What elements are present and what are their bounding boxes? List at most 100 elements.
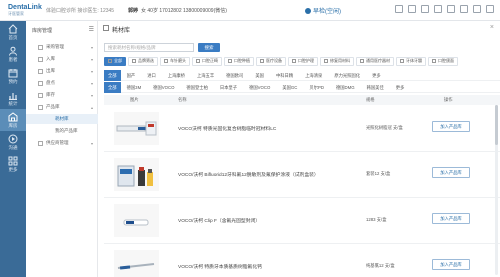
- origin-option[interactable]: 上海清泉: [299, 70, 328, 81]
- origin-option[interactable]: 上海五丰: [191, 70, 220, 81]
- table-row[interactable]: VOCO/沃柯 特质牙本质基质树脂氟化钙 纯基氯12 支/盒 加入产品库: [104, 244, 500, 277]
- close-window-icon[interactable]: [486, 5, 494, 13]
- tree-item-my-products[interactable]: 我的产品库: [26, 126, 98, 136]
- product-spec[interactable]: 纯基氯12 支/盒: [366, 263, 395, 269]
- page-icon: [103, 25, 109, 31]
- tree-item-product-library[interactable]: 产品库 ▴: [26, 102, 98, 112]
- brand-option[interactable]: 德国3M: [121, 82, 148, 93]
- table-row[interactable]: VOCO/沃柯 Clip F（含氟光固型封闭） 1283 支/盒 加入产品库: [104, 198, 500, 244]
- filter-maxillofacial[interactable]: 口腔颌面: [428, 56, 458, 66]
- brand-option[interactable]: 全部: [104, 81, 121, 93]
- ortho-icon: [196, 59, 200, 63]
- brand-option[interactable]: 德国登士柏: [180, 82, 213, 93]
- search-button[interactable]: 搜索: [198, 43, 220, 52]
- folder-icon: [38, 140, 43, 146]
- brand-option[interactable]: 美国GC: [276, 82, 303, 93]
- filter-brand[interactable]: 品牌筛选: [128, 56, 158, 66]
- home-icon: [8, 24, 18, 34]
- product-spec[interactable]: 1283 支/盒: [366, 217, 387, 223]
- nav-more[interactable]: 更多: [0, 153, 26, 175]
- category-filters: 全部 品牌筛选 车针磨头 口腔正畸 口腔种植 医疗设备 口腔护理 修复用材料 通…: [104, 56, 500, 66]
- origin-option[interactable]: 原力光照固化: [328, 70, 366, 81]
- origin-option[interactable]: 上海康桥: [162, 70, 191, 81]
- tree-item-label: 盘点: [46, 80, 55, 85]
- filter-orthodontics[interactable]: 口腔正畸: [192, 56, 222, 66]
- help-icon[interactable]: [447, 5, 455, 13]
- tree-item-label: 产品库: [46, 104, 60, 109]
- product-name[interactable]: VOCO/沃柯 Clip F（含氟光固型封闭）: [178, 217, 260, 224]
- tree-item-suppliers[interactable]: 供应商管理 ▾: [26, 138, 98, 148]
- product-name[interactable]: VOCO沃柯 特质光固化复合树脂临时冠材料LC: [178, 125, 276, 132]
- brand-option[interactable]: 日本皇子: [214, 82, 243, 93]
- scrollbar-thumb[interactable]: [495, 105, 498, 145]
- brand-option[interactable]: 贝尔PD: [303, 82, 330, 93]
- filter-burs[interactable]: 车针磨头: [160, 56, 190, 66]
- add-to-library-button[interactable]: 加入产品库: [432, 259, 470, 270]
- product-spec[interactable]: 光照化树脂冠 支/盒: [366, 125, 403, 131]
- tree-item-inventory-check[interactable]: 盘点 ▾: [26, 78, 98, 88]
- product-name[interactable]: VOCO/沃柯 特质牙本质基质树脂氟化钙: [178, 263, 262, 270]
- filter-label: 修复用材料: [330, 58, 350, 63]
- vertical-scrollbar[interactable]: [495, 105, 498, 275]
- tree-item-purchase[interactable]: 采购管理 ▾: [26, 42, 98, 52]
- message-icon[interactable]: [408, 5, 416, 13]
- product-spec[interactable]: 套装12 支/盒: [366, 171, 390, 177]
- chart-icon: [9, 93, 17, 100]
- add-to-library-button[interactable]: 加入产品库: [432, 213, 470, 224]
- main-sidebar: 首页 患者 预约 统计 库房 沟通 更多: [0, 21, 26, 277]
- filter-general[interactable]: 通用医疗器材: [356, 56, 394, 66]
- device-icon: [260, 59, 264, 63]
- brand-option[interactable]: 德国VOCO: [243, 82, 276, 93]
- tree-item-inbound[interactable]: 入库 ▾: [26, 54, 98, 64]
- origin-option[interactable]: 中科日精: [270, 70, 299, 81]
- product-name[interactable]: VOCO/沃柯 Bifluorid12牙科氟12脱敏剂及氟保护涂液（试剂盒装）: [178, 171, 319, 178]
- origin-option[interactable]: 德国欧司: [220, 70, 249, 81]
- search-input[interactable]: 搜索耗材名称/规格/品牌: [104, 43, 194, 52]
- minimize-icon[interactable]: [460, 5, 468, 13]
- settings-icon[interactable]: [421, 5, 429, 13]
- notification-icon[interactable]: [395, 5, 403, 13]
- maximize-icon[interactable]: [473, 5, 481, 13]
- origin-option[interactable]: 国产: [121, 70, 142, 81]
- filter-endodontics[interactable]: 牙体牙髓: [396, 56, 426, 66]
- product-photo: [117, 263, 155, 270]
- filter-oral-care[interactable]: 口腔护理: [288, 56, 318, 66]
- collapse-panel-icon[interactable]: ☰: [89, 26, 94, 33]
- filter-implant[interactable]: 口腔种植: [224, 56, 254, 66]
- nav-statistics[interactable]: 统计: [0, 87, 26, 109]
- nav-appointments[interactable]: 预约: [0, 65, 26, 87]
- table-header: 图片 名称 规格 操作: [104, 95, 500, 105]
- nav-label: 更多: [8, 167, 18, 172]
- tree-item-consumables[interactable]: 耗材库: [26, 114, 98, 124]
- more-origins-link[interactable]: 更多: [366, 70, 387, 81]
- add-to-library-button[interactable]: 加入产品库: [432, 121, 470, 132]
- product-image: [114, 250, 159, 277]
- filter-restorative[interactable]: 修复用材料: [320, 56, 354, 66]
- patient-info-bar[interactable]: 郭婷女 40岁 17012802 13800009009(微信): [128, 7, 227, 14]
- nav-patients[interactable]: 患者: [0, 43, 26, 65]
- nav-home[interactable]: 首页: [0, 21, 26, 43]
- filter-label: 全部: [114, 58, 122, 63]
- table-row[interactable]: VOCO沃柯 特质光固化复合树脂临时冠材料LC 光照化树脂冠 支/盒 加入产品库: [104, 106, 500, 152]
- nav-warehouse[interactable]: 库房: [0, 109, 26, 131]
- brand-option[interactable]: 德国VOCO: [147, 82, 180, 93]
- close-icon[interactable]: ×: [490, 24, 494, 31]
- origin-option[interactable]: 全部: [104, 69, 121, 81]
- filter-all[interactable]: 全部: [104, 56, 126, 66]
- filter-equipment[interactable]: 医疗设备: [256, 56, 286, 66]
- brand-option[interactable]: 韩国美佳: [361, 82, 390, 93]
- status-indicator[interactable]: 早检(空闲): [305, 6, 341, 15]
- origin-option[interactable]: 进口: [141, 70, 162, 81]
- table-row[interactable]: VOCO/沃柯 Bifluorid12牙科氟12脱敏剂及氟保护涂液（试剂盒装） …: [104, 152, 500, 198]
- tree-item-stock[interactable]: 库存 ▾: [26, 90, 98, 100]
- col-action: 操作: [444, 97, 453, 102]
- user-icon[interactable]: [434, 5, 442, 13]
- tree-item-outbound[interactable]: 出库 ▾: [26, 66, 98, 76]
- add-to-library-button[interactable]: 加入产品库: [432, 167, 470, 178]
- origin-option[interactable]: 美国: [249, 70, 270, 81]
- more-brands-link[interactable]: 更多: [390, 82, 411, 93]
- product-image: [114, 158, 159, 191]
- brand-option[interactable]: 德国DMG: [330, 82, 361, 93]
- nav-communication[interactable]: 沟通: [0, 131, 26, 153]
- chevron-down-icon: ▾: [90, 92, 93, 98]
